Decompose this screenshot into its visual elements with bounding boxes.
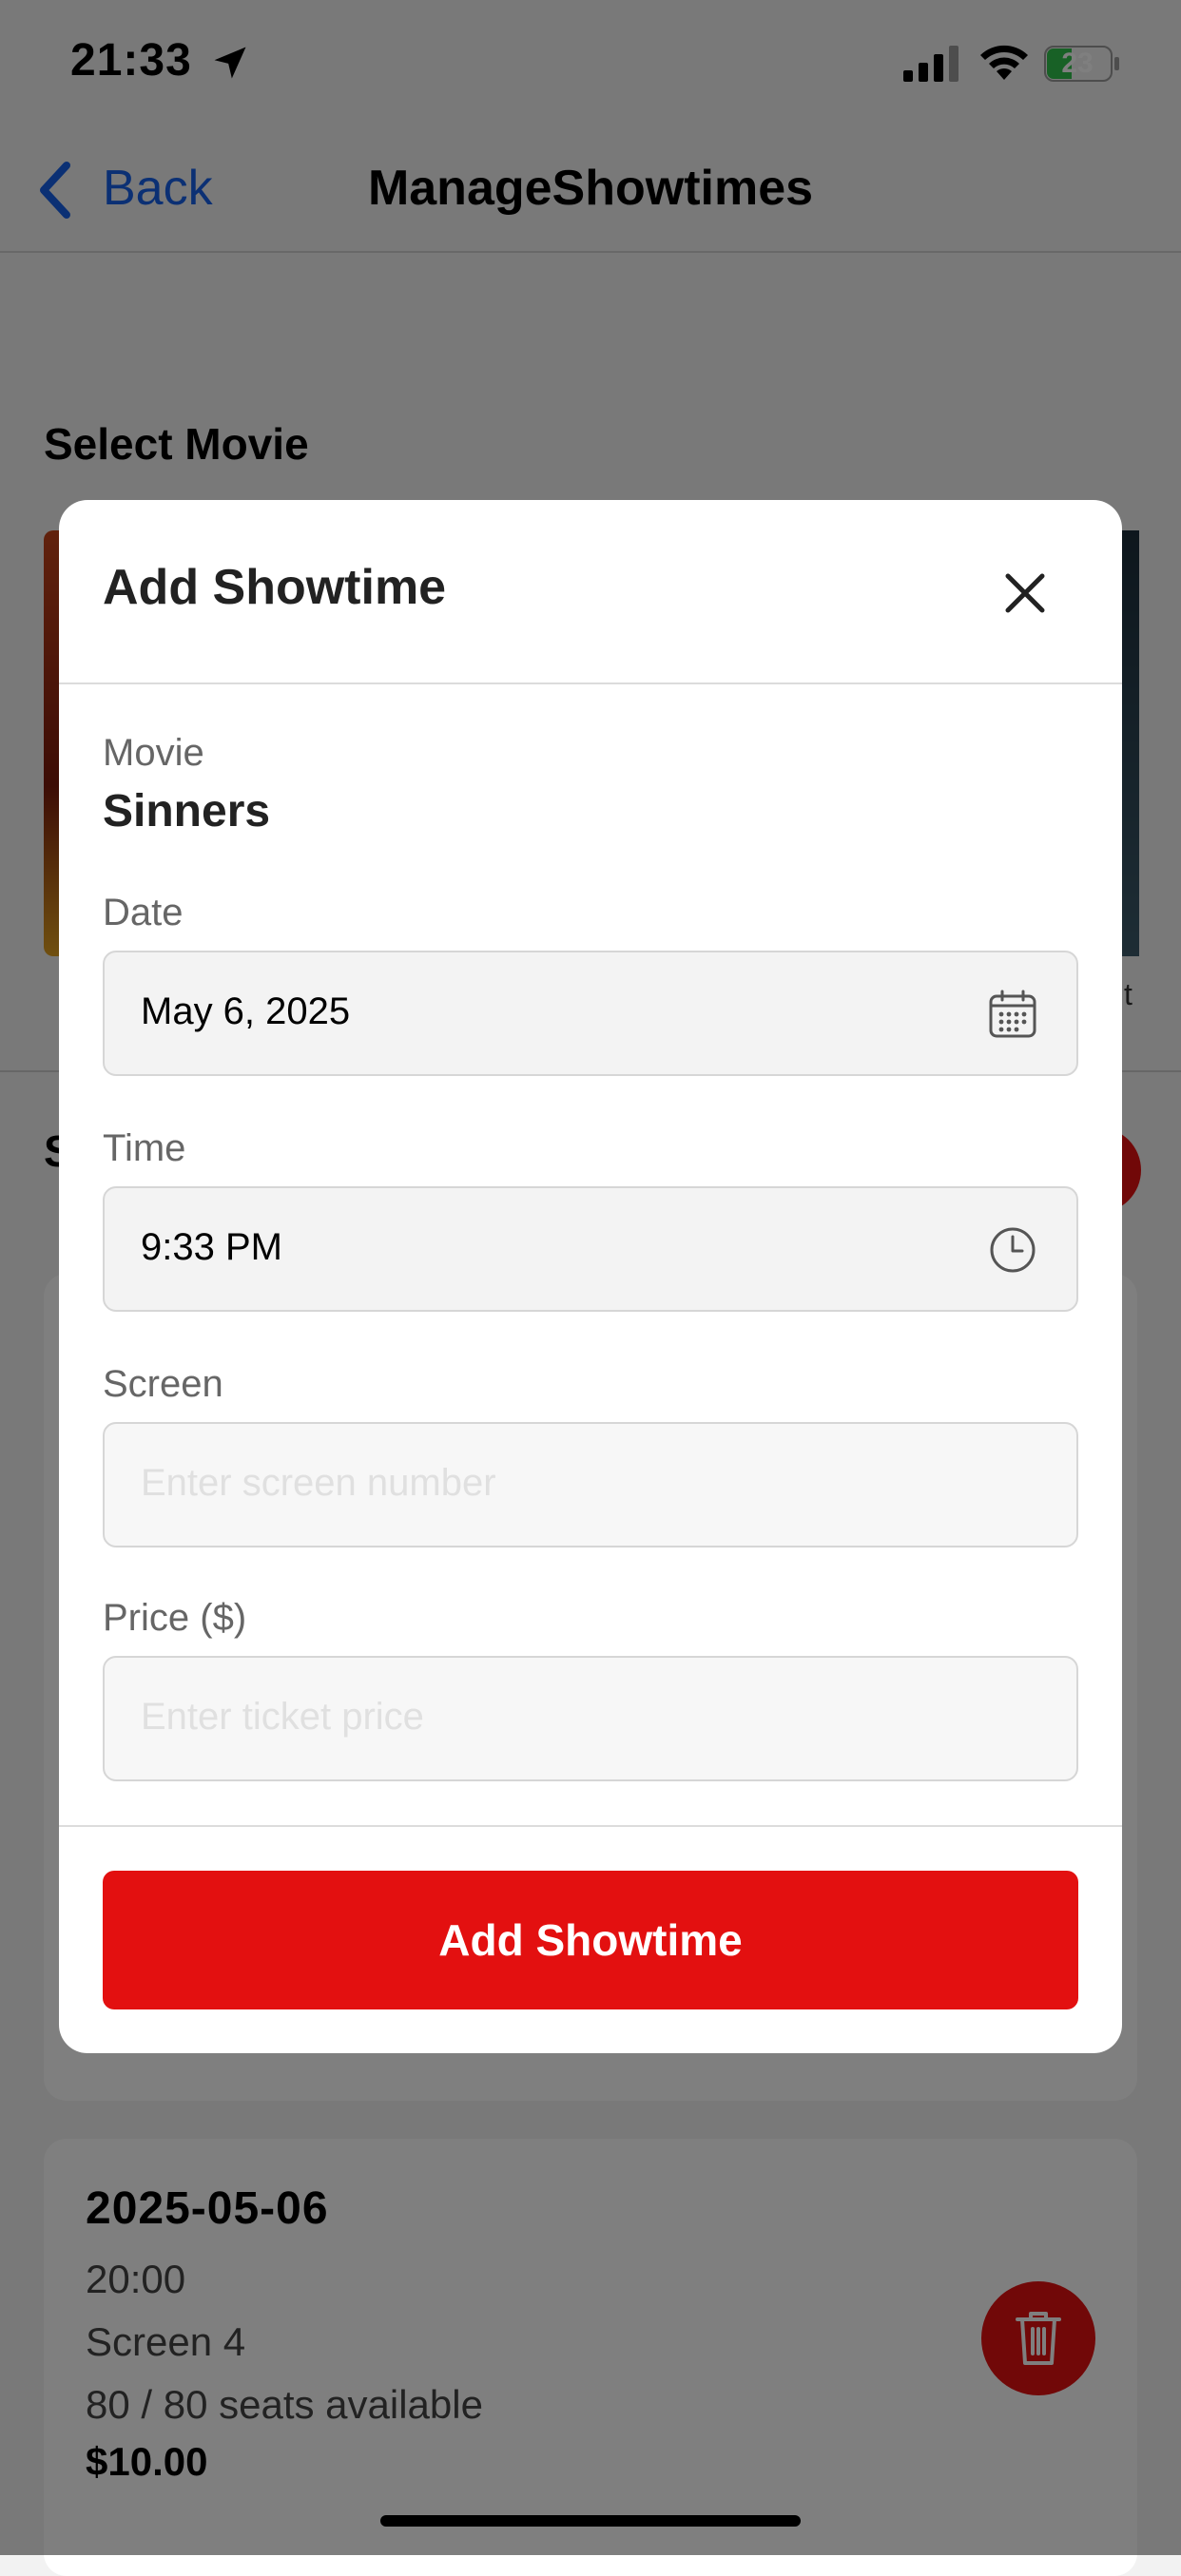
- price-input[interactable]: Enter ticket price: [103, 1656, 1078, 1781]
- date-label: Date: [103, 892, 184, 933]
- close-icon[interactable]: [1000, 568, 1050, 618]
- modal-header-divider: [59, 682, 1122, 684]
- screen-placeholder: Enter screen number: [141, 1462, 496, 1504]
- modal-title: Add Showtime: [103, 560, 447, 615]
- date-picker[interactable]: May 6, 2025: [103, 951, 1078, 1076]
- calendar-icon: [989, 990, 1036, 1038]
- movie-value: Sinners: [103, 786, 271, 836]
- time-label: Time: [103, 1127, 186, 1169]
- modal-footer-divider: [59, 1825, 1122, 1827]
- home-indicator[interactable]: [380, 2515, 801, 2527]
- add-showtime-button-label: Add Showtime: [438, 1915, 743, 1965]
- clock-icon: [990, 1227, 1036, 1273]
- screen-input[interactable]: Enter screen number: [103, 1422, 1078, 1548]
- date-value: May 6, 2025: [141, 990, 351, 1032]
- add-showtime-modal: Add Showtime Movie Sinners Date May 6, 2…: [59, 500, 1122, 2053]
- time-picker[interactable]: 9:33 PM: [103, 1186, 1078, 1312]
- price-label: Price ($): [103, 1597, 247, 1639]
- price-placeholder: Enter ticket price: [141, 1696, 424, 1738]
- time-value: 9:33 PM: [141, 1226, 282, 1268]
- add-showtime-button[interactable]: Add Showtime: [103, 1871, 1078, 2009]
- screen-label: Screen: [103, 1363, 223, 1405]
- movie-label: Movie: [103, 732, 204, 774]
